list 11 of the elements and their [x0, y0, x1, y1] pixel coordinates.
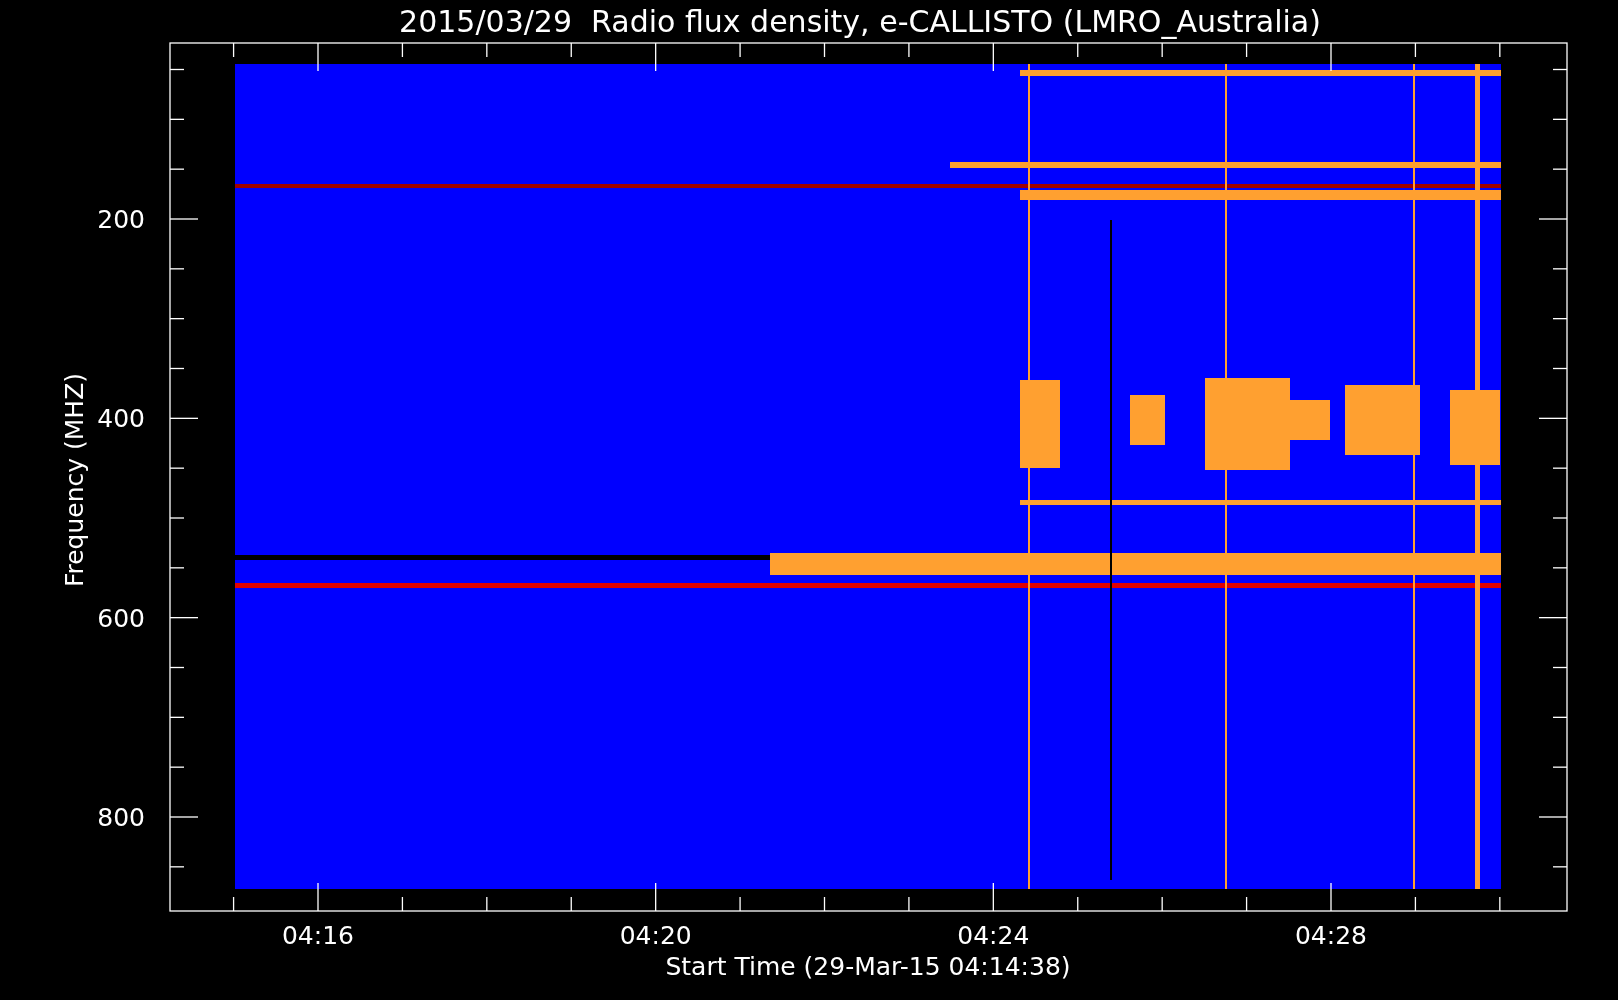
- tick-label: 04:20: [619, 921, 692, 950]
- axis-title: Frequency (MHZ): [60, 372, 89, 588]
- tick-label: 04:24: [957, 921, 1030, 950]
- axis-title: Start Time (29-Mar-15 04:14:38): [665, 952, 1071, 981]
- tick-label: 400: [97, 404, 145, 434]
- tick-label: 04:28: [1295, 921, 1367, 950]
- tick-label: 04:16: [282, 921, 354, 950]
- chart-title: 2015/03/29 Radio flux density, e-CALLISTO (LMRO_Australia): [399, 4, 1321, 39]
- tick-label: 800: [97, 803, 145, 832]
- tick-label: 200: [97, 205, 145, 234]
- tick-label: 600: [97, 603, 145, 633]
